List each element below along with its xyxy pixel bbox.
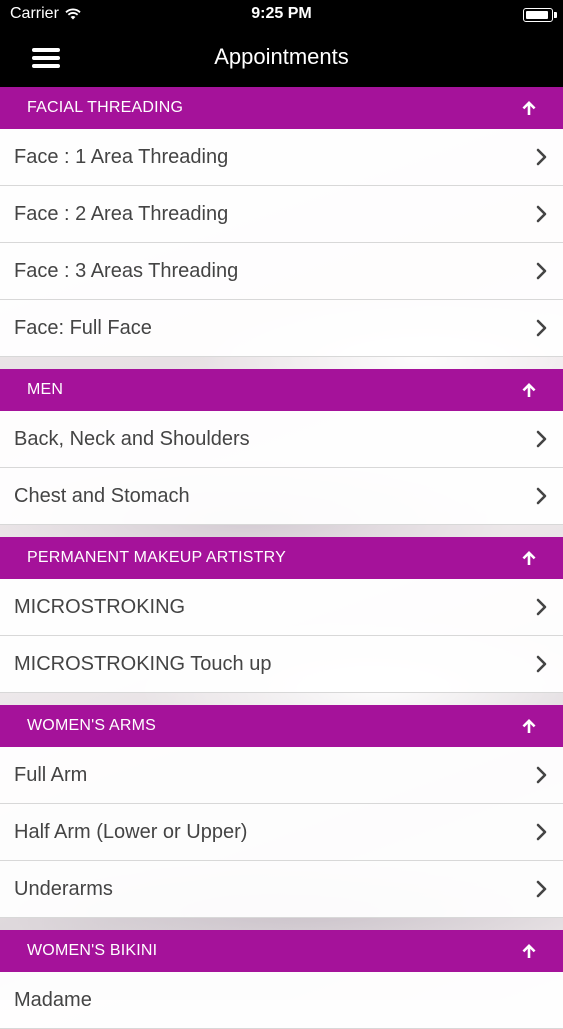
list-item-label: MICROSTROKING	[14, 595, 186, 618]
section-header[interactable]: PERMANENT MAKEUP ARTISTRY	[0, 537, 563, 579]
chevron-right-icon	[536, 148, 548, 166]
list-item-label: Back, Neck and Shoulders	[14, 427, 250, 450]
collapse-arrow-up-icon[interactable]	[521, 943, 537, 959]
chevron-right-icon	[536, 598, 548, 616]
collapse-arrow-up-icon[interactable]	[521, 100, 537, 116]
collapse-arrow-up-icon[interactable]	[521, 382, 537, 398]
list-item[interactable]: Chest and Stomach	[0, 468, 563, 525]
list-item[interactable]: Back, Neck and Shoulders	[0, 411, 563, 468]
section-header[interactable]: WOMEN'S ARMS	[0, 705, 563, 747]
appointments-list: FACIAL THREADING Face : 1 Area Threading F…	[0, 87, 563, 1029]
list-item-label: Face : 1 Area Threading	[14, 145, 229, 168]
section-title: MEN	[27, 381, 64, 398]
status-time: 9:25 PM	[251, 5, 312, 22]
list-item[interactable]: Half Arm (Lower or Upper)	[0, 804, 563, 861]
chevron-right-icon	[536, 766, 548, 784]
collapse-arrow-up-icon[interactable]	[521, 718, 537, 734]
collapse-arrow-up-icon[interactable]	[521, 550, 537, 566]
list-item[interactable]: MICROSTROKING Touch up	[0, 636, 563, 693]
list-item[interactable]: Madame	[0, 972, 563, 1029]
list-item[interactable]: Face : 1 Area Threading	[0, 129, 563, 186]
chevron-right-icon	[536, 319, 548, 337]
section-title: WOMEN'S ARMS	[27, 717, 157, 734]
battery-icon	[523, 8, 557, 22]
list-item[interactable]: Face : 2 Area Threading	[0, 186, 563, 243]
chevron-right-icon	[536, 487, 548, 505]
list-item-label: Face : 2 Area Threading	[14, 202, 229, 225]
section-title: FACIAL THREADING	[27, 99, 184, 116]
section-header[interactable]: WOMEN'S BIKINI	[0, 930, 563, 972]
section-title: WOMEN'S BIKINI	[27, 942, 158, 959]
chevron-right-icon	[536, 823, 548, 841]
list-item[interactable]: Underarms	[0, 861, 563, 918]
list-item-label: Madame	[14, 988, 92, 1011]
section-title: PERMANENT MAKEUP ARTISTRY	[27, 549, 286, 566]
section-header[interactable]: MEN	[0, 369, 563, 411]
chevron-right-icon	[536, 880, 548, 898]
page-title: Appointments	[214, 44, 349, 69]
chevron-right-icon	[536, 655, 548, 673]
navigation-bar: Appointments	[0, 30, 563, 87]
list-item[interactable]: Face: Full Face	[0, 300, 563, 357]
list-item-label: Half Arm (Lower or Upper)	[14, 820, 248, 843]
section-header[interactable]: FACIAL THREADING	[0, 87, 563, 129]
chevron-right-icon	[536, 205, 548, 223]
list-item-label: Full Arm	[14, 763, 88, 786]
chevron-right-icon	[536, 430, 548, 448]
chevron-right-icon	[536, 262, 548, 280]
list-item-label: Chest and Stomach	[14, 484, 190, 507]
list-item[interactable]: Full Arm	[0, 747, 563, 804]
battery-level	[526, 11, 548, 19]
list-item[interactable]: MICROSTROKING	[0, 579, 563, 636]
status-bar: Carrier 9:25 PM	[0, 0, 563, 30]
list-item-label: Face: Full Face	[14, 316, 152, 339]
list-item-label: Underarms	[14, 877, 113, 900]
list-item[interactable]: Face : 3 Areas Threading	[0, 243, 563, 300]
list-item-label: MICROSTROKING Touch up	[14, 652, 272, 675]
list-item-label: Face : 3 Areas Threading	[14, 259, 239, 282]
